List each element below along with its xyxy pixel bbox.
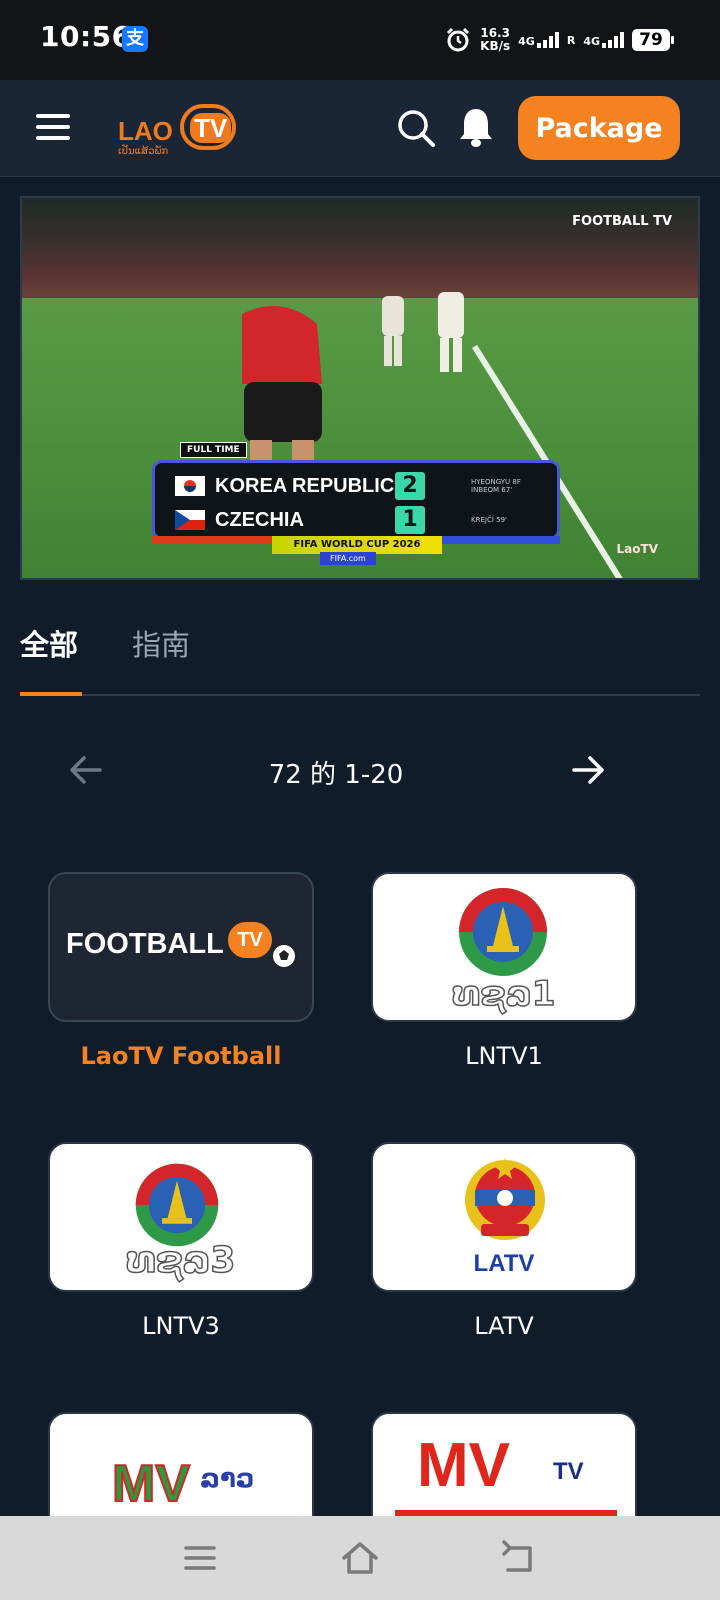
signal-bars-icon [602,32,624,48]
battery-icon: 79 [632,29,674,51]
app-header: LAO TV ເປັນແສ້ວພັກ Package [0,80,720,177]
korea-flag-icon [175,476,205,496]
source-label: FIFA.com [320,552,376,565]
channel-card-latv[interactable]: LATV LATV [371,1142,637,1340]
channel-thumbnail: FOOTBALL TV [48,872,314,1022]
recent-apps-icon[interactable] [180,1538,220,1578]
active-tab-indicator [20,692,82,696]
channel-name: LaoTV Football [80,1042,282,1070]
alipay-icon: 支 [122,26,148,52]
lntv-emblem-icon [459,888,547,976]
home-icon[interactable] [340,1538,380,1578]
laotv-logo[interactable]: LAO TV ເປັນແສ້ວພັກ [118,102,248,158]
tab-guide[interactable]: 指南 [132,622,190,664]
scoreboard: KOREA REPUBLIC 2 HYEONGYU 8F INBEOM 67' … [152,460,560,540]
back-icon[interactable] [500,1538,540,1578]
background-players [382,292,464,372]
team-row-away: CZECHIA 1 KREJČÍ 59' [175,505,507,535]
channel-card-lntv1[interactable]: ທຊລ1 LNTV1 [371,872,637,1070]
channel-thumbnail: ທຊລ1 [371,872,637,1022]
video-player[interactable]: FOOTBALL TV LaoTV FULL TIME KOREA REPUBL… [20,196,700,580]
lntv-emblem-icon [135,1163,219,1247]
roaming-indicator: R [566,33,576,47]
network-speed: 16.3 KB/s [480,26,511,53]
fulltime-badge: FULL TIME [180,442,247,458]
channel-thumbnail: ທຊລ3 [48,1142,314,1292]
tv-badge-icon: TV [228,922,272,958]
alarm-icon [447,27,470,52]
package-button[interactable]: Package [518,96,680,160]
football-icon [271,943,297,969]
team-row-home: KOREA REPUBLIC 2 HYEONGYU 8F INBEOM 67' [175,471,521,501]
laotv-watermark: LaoTV [616,542,658,556]
status-time: 10:56 [40,20,132,53]
menu-icon[interactable] [36,114,70,140]
channel-card-lntv3[interactable]: ທຊລ3 LNTV3 [48,1142,314,1340]
czechia-flag-icon [175,510,205,530]
signal-sim1: 4G [518,32,559,48]
system-nav-bar [0,1516,720,1600]
signal-sim2: 4G [583,32,624,48]
latv-emblem-icon [465,1158,545,1240]
signal-bars-icon [536,32,559,48]
channel-card-laotv-football[interactable]: FOOTBALL TV LaoTV Football [48,872,314,1070]
status-icons: 16.3 KB/s 4G R 4G 79 [444,22,674,58]
arrow-right-icon[interactable] [568,750,608,790]
search-icon[interactable] [396,108,436,148]
category-tabs: 全部 指南 [20,608,700,696]
channel-name: LNTV3 [142,1312,220,1340]
channel-watermark: FOOTBALL TV [572,214,672,229]
tab-all[interactable]: 全部 [20,622,78,664]
channel-thumbnail: LATV [371,1142,637,1292]
channel-name: LNTV1 [465,1042,543,1070]
status-bar: 10:56 支 16.3 KB/s 4G R 4G 79 [0,0,720,80]
channel-name: LATV [474,1312,534,1340]
bell-icon[interactable] [458,106,494,148]
